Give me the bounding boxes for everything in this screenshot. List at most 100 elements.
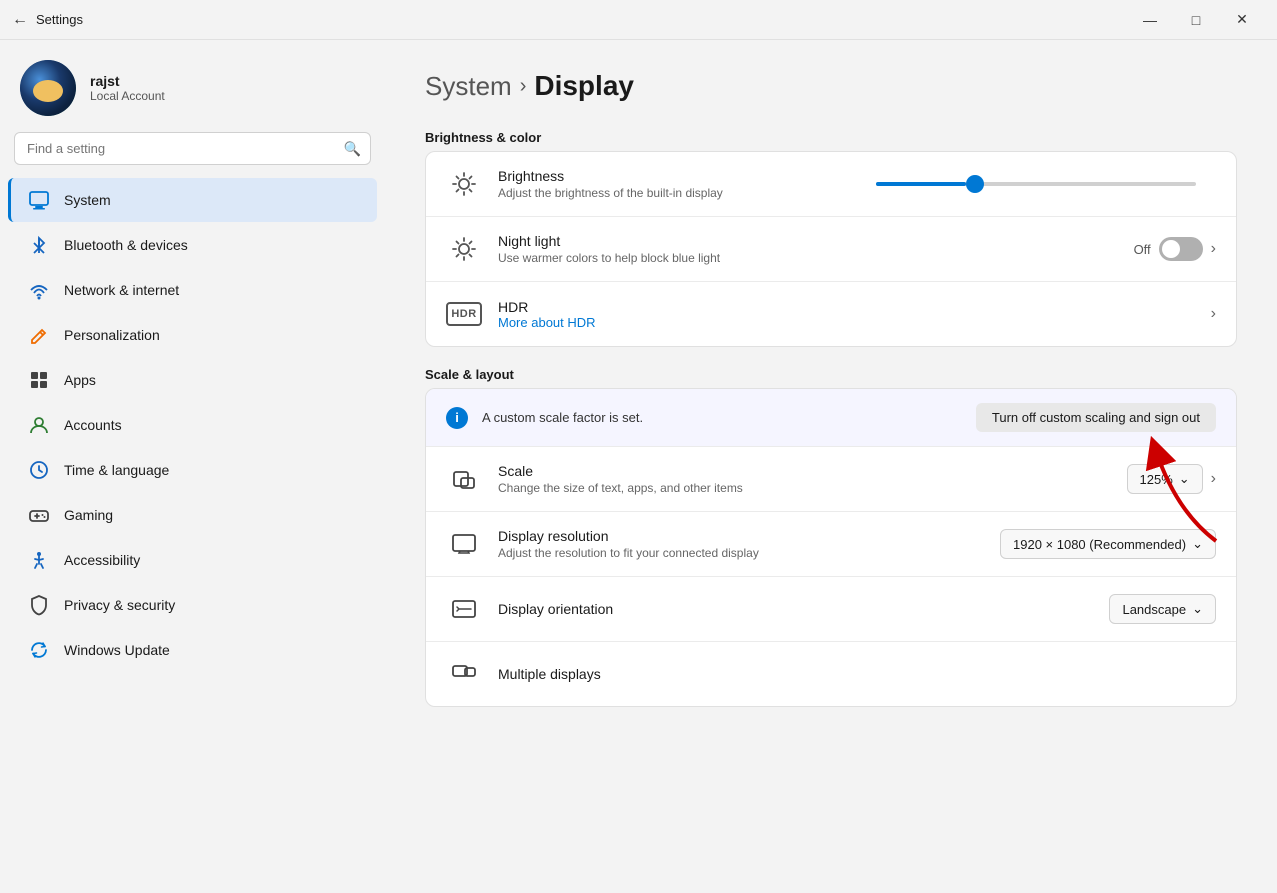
custom-scale-banner: i A custom scale factor is set. Turn off… (426, 389, 1236, 447)
night-light-control: Off › (1134, 237, 1216, 261)
system-icon (28, 189, 50, 211)
orientation-right: Landscape ⌄ (1109, 594, 1216, 624)
sidebar-item-accessibility[interactable]: Accessibility (8, 538, 377, 582)
network-icon (28, 279, 50, 301)
breadcrumb: System › Display (425, 70, 1237, 102)
sidebar-item-label-bluetooth: Bluetooth & devices (64, 237, 188, 253)
sidebar-item-label-system: System (64, 192, 111, 208)
content-inner: System › Display Brightness & color (425, 70, 1237, 707)
sidebar-item-label-privacy: Privacy & security (64, 597, 175, 613)
scale-dropdown[interactable]: 125% ⌄ (1127, 464, 1203, 494)
hdr-text: HDR More about HDR (498, 299, 1195, 330)
hdr-link[interactable]: More about HDR (498, 315, 1195, 330)
scale-right: 125% ⌄ › (1127, 464, 1216, 494)
search-input[interactable] (14, 132, 371, 165)
sidebar: rajst Local Account 🔍 System B (0, 40, 385, 893)
hdr-icon: HDR (446, 296, 482, 332)
resolution-title: Display resolution (498, 528, 984, 544)
scale-icon (446, 461, 482, 497)
multiple-displays-text: Multiple displays (498, 666, 1216, 682)
avatar (20, 60, 76, 116)
bluetooth-icon (28, 234, 50, 256)
gaming-icon (28, 504, 50, 526)
sidebar-item-apps[interactable]: Apps (8, 358, 377, 402)
sidebar-item-time[interactable]: Time & language (8, 448, 377, 492)
info-icon: i (446, 407, 468, 429)
night-light-chevron: › (1211, 240, 1216, 258)
privacy-icon (28, 594, 50, 616)
night-light-title: Night light (498, 233, 1118, 249)
night-light-icon (446, 231, 482, 267)
scale-value: 125% (1140, 472, 1173, 487)
sidebar-item-accounts[interactable]: Accounts (8, 403, 377, 447)
brightness-title: Brightness (498, 168, 860, 184)
title-bar-left: ← Settings (12, 11, 83, 29)
hdr-row[interactable]: HDR HDR More about HDR › (426, 282, 1236, 346)
user-profile[interactable]: rajst Local Account (0, 40, 385, 132)
app-title: Settings (36, 12, 83, 27)
banner-text: A custom scale factor is set. (482, 410, 962, 425)
orientation-dropdown[interactable]: Landscape ⌄ (1109, 594, 1216, 624)
sidebar-item-label-accessibility: Accessibility (64, 552, 140, 568)
multiple-displays-title: Multiple displays (498, 666, 1216, 682)
sidebar-item-label-accounts: Accounts (64, 417, 122, 433)
orientation-row[interactable]: Display orientation Landscape ⌄ (426, 577, 1236, 642)
resolution-icon (446, 526, 482, 562)
breadcrumb-separator: › (520, 75, 527, 98)
brightness-icon (446, 166, 482, 202)
section-scale-title: Scale & layout (425, 367, 1237, 382)
brightness-desc: Adjust the brightness of the built-in di… (498, 186, 860, 200)
brightness-row[interactable]: Brightness Adjust the brightness of the … (426, 152, 1236, 217)
user-name: rajst (90, 73, 165, 89)
sidebar-item-privacy[interactable]: Privacy & security (8, 583, 377, 627)
brightness-color-group: Brightness Adjust the brightness of the … (425, 151, 1237, 347)
sidebar-item-bluetooth[interactable]: Bluetooth & devices (8, 223, 377, 267)
search-box: 🔍 (14, 132, 371, 165)
sidebar-item-personalization[interactable]: Personalization (8, 313, 377, 357)
brightness-slider[interactable] (876, 182, 1196, 186)
slider-track[interactable] (876, 182, 1196, 186)
sidebar-item-update[interactable]: Windows Update (8, 628, 377, 672)
resolution-row[interactable]: Display resolution Adjust the resolution… (426, 512, 1236, 577)
slider-thumb[interactable] (966, 175, 984, 193)
accounts-icon (28, 414, 50, 436)
time-icon (28, 459, 50, 481)
resolution-value: 1920 × 1080 (Recommended) (1013, 537, 1186, 552)
orientation-text: Display orientation (498, 601, 1093, 617)
close-button[interactable]: ✕ (1219, 0, 1265, 40)
main-content: System › Display Brightness & color (385, 40, 1277, 893)
maximize-button[interactable]: □ (1173, 0, 1219, 40)
app-body: rajst Local Account 🔍 System B (0, 40, 1277, 893)
sidebar-item-network[interactable]: Network & internet (8, 268, 377, 312)
hdr-chevron: › (1211, 305, 1216, 323)
sidebar-item-label-network: Network & internet (64, 282, 179, 298)
resolution-dropdown[interactable]: 1920 × 1080 (Recommended) ⌄ (1000, 529, 1216, 559)
sidebar-item-label-apps: Apps (64, 372, 96, 388)
sidebar-item-system[interactable]: System (8, 178, 377, 222)
multiple-displays-row[interactable]: Multiple displays (426, 642, 1236, 706)
orientation-icon (446, 591, 482, 627)
night-light-text: Night light Use warmer colors to help bl… (498, 233, 1118, 265)
breadcrumb-current: Display (534, 70, 634, 102)
minimize-button[interactable]: — (1127, 0, 1173, 40)
night-light-toggle[interactable] (1159, 237, 1203, 261)
brightness-text: Brightness Adjust the brightness of the … (498, 168, 860, 200)
night-light-row[interactable]: Night light Use warmer colors to help bl… (426, 217, 1236, 282)
personalization-icon (28, 324, 50, 346)
night-light-status: Off (1134, 242, 1151, 257)
turn-off-scaling-button[interactable]: Turn off custom scaling and sign out (976, 403, 1216, 432)
hdr-badge: HDR (446, 302, 482, 326)
hdr-title: HDR (498, 299, 1195, 315)
breadcrumb-system[interactable]: System (425, 71, 512, 102)
orientation-value: Landscape (1122, 602, 1186, 617)
back-icon[interactable]: ← (12, 11, 28, 29)
resolution-text: Display resolution Adjust the resolution… (498, 528, 984, 560)
scale-dropdown-chevron: ⌄ (1179, 471, 1190, 487)
slider-fill (876, 182, 966, 186)
sidebar-item-gaming[interactable]: Gaming (8, 493, 377, 537)
resolution-dropdown-chevron: ⌄ (1192, 536, 1203, 552)
hdr-right: › (1211, 305, 1216, 323)
orientation-title: Display orientation (498, 601, 1093, 617)
scale-row[interactable]: Scale Change the size of text, apps, and… (426, 447, 1236, 512)
title-bar-controls: — □ ✕ (1127, 0, 1265, 40)
